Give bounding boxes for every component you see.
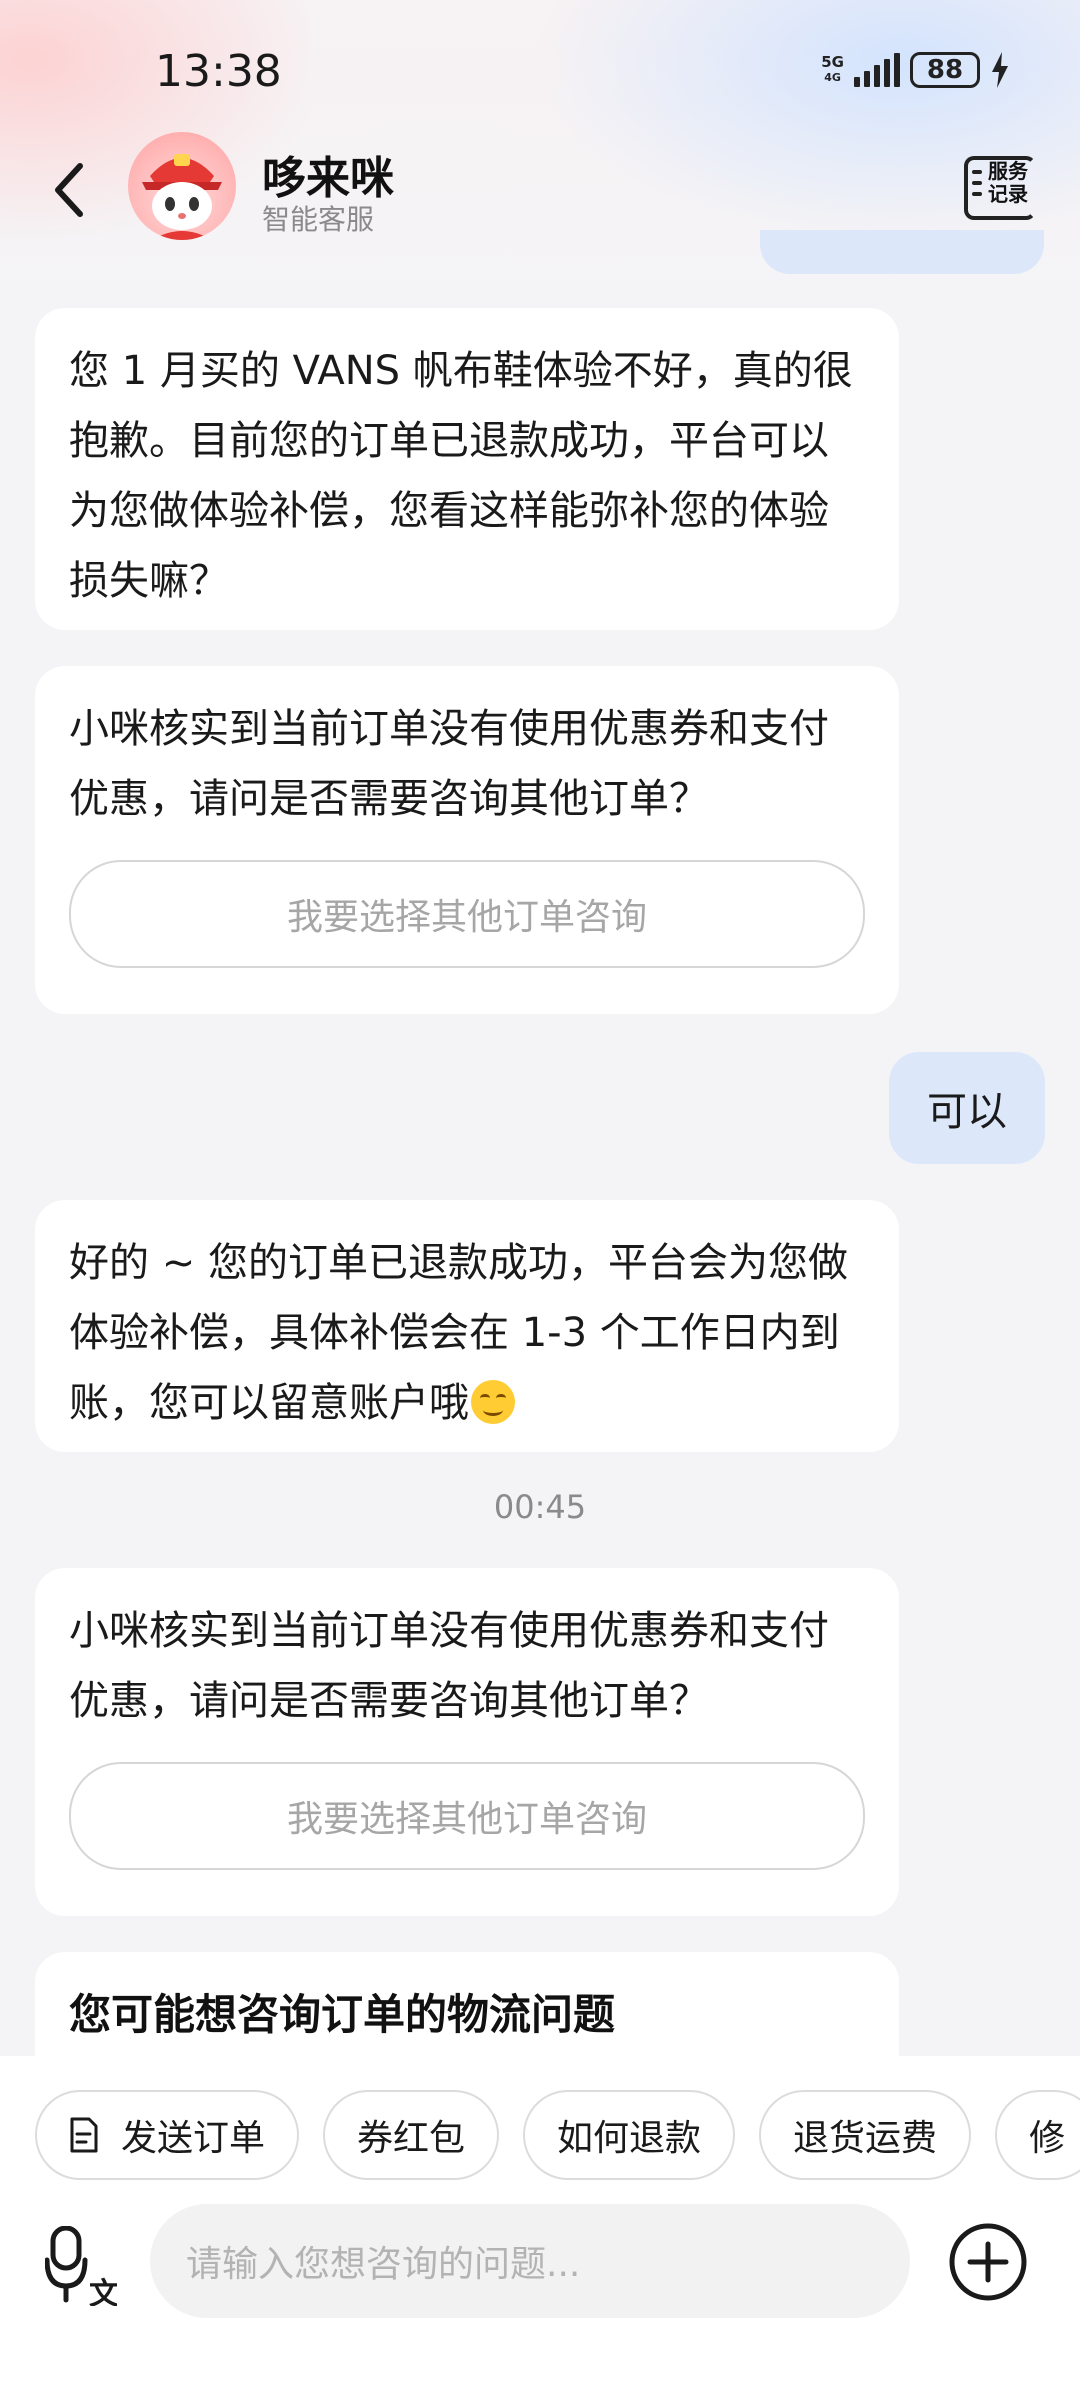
battery-icon: 88 [910, 52, 980, 88]
document-icon [70, 2117, 98, 2153]
agent-message: 好的 ~ 您的订单已退款成功，平台会为您做体验补偿，具体补偿会在 1-3 个工作… [35, 1200, 899, 1452]
how-to-refund-chip[interactable]: 如何退款 [523, 2090, 736, 2180]
status-time: 13:38 [155, 46, 282, 97]
message-text: 您 1 月买的 VANS 帆布鞋体验不好，真的很抱歉。目前您的订单已退款成功，平… [69, 348, 853, 604]
list-icon [972, 170, 982, 203]
message-text: 好的 ~ 您的订单已退款成功，平台会为您做体验补偿，具体补偿会在 1-3 个工作… [69, 1228, 865, 1438]
chip-label: 发送订单 [121, 2118, 266, 2159]
service-record-label: 服务记录 [988, 159, 1028, 206]
agent-message: 小咪核实到当前订单没有使用优惠券和支付优惠，请问是否需要咨询其他订单？ 我要选择… [35, 666, 899, 1014]
select-other-order-button[interactable]: 我要选择其他订单咨询 [69, 1762, 865, 1870]
agent-subtitle: 智能客服 [262, 203, 375, 236]
input-placeholder: 请输入您想咨询的问题... [186, 2244, 581, 2285]
chip-label: 退货运费 [793, 2118, 938, 2159]
message-text: 小咪核实到当前订单没有使用优惠券和支付优惠，请问是否需要咨询其他订单？ [69, 706, 829, 822]
cat-mascot-icon [142, 154, 222, 240]
quick-actions: 发送订单 券红包 如何退款 退货运费 修 [35, 2090, 1080, 2180]
message-text: 可以 [927, 1089, 1007, 1135]
battery-level: 88 [926, 55, 964, 85]
avatar[interactable] [128, 132, 236, 240]
more-chip[interactable]: 修 [995, 2090, 1080, 2180]
network-subtype: 4G [824, 71, 841, 84]
select-other-order-button[interactable]: 我要选择其他订单咨询 [69, 860, 865, 968]
agent-message: 小咪核实到当前订单没有使用优惠券和支付优惠，请问是否需要咨询其他订单？ 我要选择… [35, 1568, 899, 1916]
svg-text:文: 文 [89, 2277, 117, 2306]
charging-icon [992, 52, 1008, 88]
add-button[interactable] [948, 2222, 1028, 2302]
coupon-chip[interactable]: 券红包 [323, 2090, 500, 2180]
send-order-chip[interactable]: 发送订单 [35, 2090, 300, 2180]
signal-icon [854, 53, 900, 87]
message-text: 小咪核实到当前订单没有使用优惠券和支付优惠，请问是否需要咨询其他订单？ [69, 1608, 829, 1724]
message-title: 您可能想咨询订单的物流问题 [69, 1990, 616, 2039]
message-text-content: 好的 ~ 您的订单已退款成功，平台会为您做体验补偿，具体补偿会在 1-3 个工作… [69, 1240, 848, 1426]
status-icons: 5G 4G 88 [821, 52, 1010, 88]
chip-label: 如何退款 [557, 2118, 702, 2159]
network-type: 5G [821, 53, 844, 71]
user-message: 可以 [889, 1052, 1045, 1164]
back-button[interactable] [50, 160, 90, 220]
network-indicator: 5G 4G [821, 54, 844, 86]
chip-label: 修 [1029, 2118, 1066, 2159]
return-shipping-chip[interactable]: 退货运费 [759, 2090, 972, 2180]
message-input[interactable]: 请输入您想咨询的问题... [150, 2204, 910, 2318]
previous-user-bubble [760, 230, 1044, 274]
service-record-button[interactable]: 服务记录 [962, 154, 1038, 222]
smiling-face-icon [471, 1380, 515, 1424]
timestamp: 00:45 [493, 1488, 587, 1526]
agent-name: 哆来咪 [262, 153, 394, 204]
agent-message: 您 1 月买的 VANS 帆布鞋体验不好，真的很抱歉。目前您的订单已退款成功，平… [35, 308, 899, 630]
voice-to-text-button[interactable]: 文 [45, 2226, 117, 2306]
chip-label: 券红包 [357, 2118, 466, 2159]
